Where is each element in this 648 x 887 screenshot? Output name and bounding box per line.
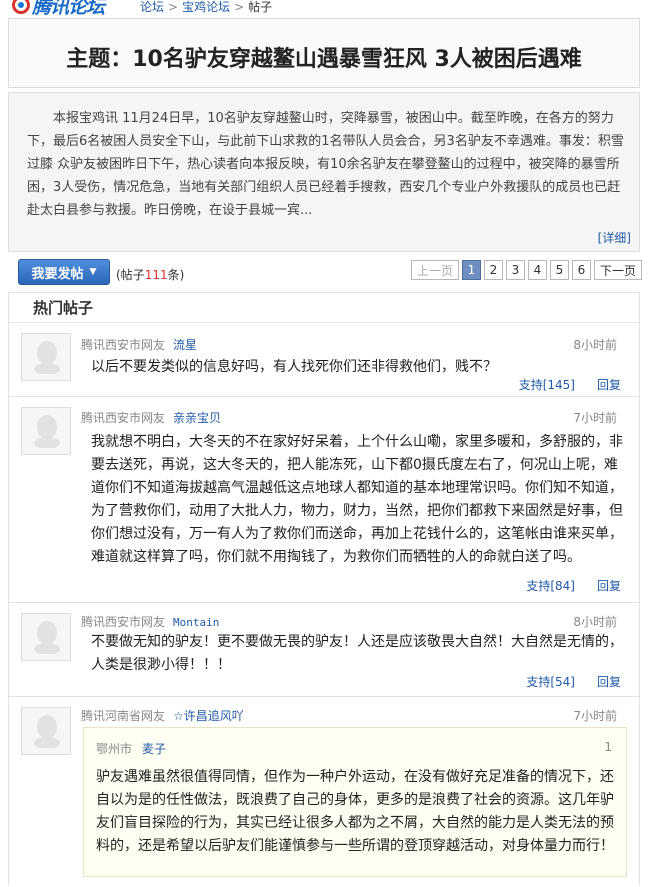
reply-button[interactable]: 回复 — [597, 673, 621, 690]
default-avatar-icon — [34, 415, 60, 448]
comment-actions: 支持[54] 回复 — [526, 673, 621, 690]
comment-item: 腾讯河南省网友 ☆许昌追风吖 7小时前 鄂州市 麦子 1 驴友遇难虽然很值得同情，但… — [9, 697, 639, 887]
comment-time: 8小时前 — [573, 615, 617, 629]
comment-time: 7小时前 — [573, 709, 617, 723]
reply-button[interactable]: 回复 — [597, 376, 621, 393]
comment-source: 腾讯西安市网友 — [81, 338, 166, 352]
comment-username[interactable]: 亲亲宝贝 — [173, 411, 221, 425]
comment-actions: 支持[145] 回复 — [519, 376, 621, 393]
breadcrumb-current: 帖子 — [248, 0, 273, 14]
quote-username[interactable]: 麦子 — [142, 742, 166, 756]
post-count-prefix: (帖子 — [116, 268, 145, 282]
quote-floor-number: 1 — [604, 740, 612, 754]
new-post-button[interactable]: 我要发帖 ▼ — [18, 259, 110, 285]
page-title: 主题：10名驴友穿越鳌山遇暴雪狂风 3人被困后遇难 — [66, 47, 582, 72]
page-6-button[interactable]: 6 — [572, 260, 591, 280]
article-summary-box: 本报宝鸡讯 11月24日早，10名驴友穿越鳌山时，突降暴雪，被困山中。截至昨晚，… — [8, 92, 640, 252]
default-avatar-icon — [34, 715, 60, 748]
comment-time: 8小时前 — [573, 338, 617, 352]
comment-source: 腾讯西安市网友 — [81, 615, 166, 629]
hot-posts-section: 热门帖子 腾讯西安市网友 流星 8小时前 以后不要发类似的信息好吗，有人找死你们还… — [8, 292, 640, 886]
detail-link[interactable]: [详细] — [598, 229, 631, 246]
page-4-button[interactable]: 4 — [528, 260, 547, 280]
page-1-button[interactable]: 1 — [462, 260, 481, 280]
post-count-number: 111 — [144, 268, 168, 282]
comment-body: 我就想不明白，大冬天的不在家好好呆着，上个什么山嘞，家里多暖和，多舒服的，非要去… — [91, 434, 623, 565]
pagination: 上一页 1 2 3 4 5 6 下一页 — [411, 260, 642, 280]
support-button[interactable]: 支持[84] — [526, 577, 575, 594]
page-2-button[interactable]: 2 — [484, 260, 503, 280]
quoted-comment: 鄂州市 麦子 1 驴友遇难虽然很值得同情，但作为一种户外运动，在没有做好充足准备的… — [83, 727, 627, 877]
comment-username[interactable]: Montain — [173, 616, 219, 629]
comment-username[interactable]: 流星 — [173, 338, 197, 352]
comment-meta: 腾讯河南省网友 ☆许昌追风吖 — [81, 707, 244, 724]
page-3-button[interactable]: 3 — [506, 260, 525, 280]
support-button[interactable]: 支持[145] — [519, 376, 575, 393]
support-button[interactable]: 支持[54] — [526, 673, 575, 690]
comment-meta: 腾讯西安市网友 Montain — [81, 613, 219, 630]
hot-posts-heading: 热门帖子 — [9, 293, 639, 323]
quote-body: 驴友遇难虽然很值得同情，但作为一种户外运动，在没有做好充足准备的情况下，还自以为… — [96, 769, 614, 854]
thread-title-box: 主题：10名驴友穿越鳌山遇暴雪狂风 3人被困后遇难 — [8, 18, 640, 88]
logo-text: 腾讯论坛 — [32, 0, 105, 18]
comment-username[interactable]: ☆许昌追风吖 — [173, 709, 244, 723]
comment-actions: 支持[84] 回复 — [526, 577, 621, 594]
new-post-label: 我要发帖 — [31, 266, 84, 282]
top-bar: 腾讯论坛 论坛 > 宝鸡论坛 > 帖子 — [0, 0, 648, 18]
post-count: (帖子111条) — [116, 266, 184, 283]
comment-source: 腾讯河南省网友 — [81, 709, 166, 723]
breadcrumb-separator: > — [234, 0, 245, 14]
post-count-suffix: 条) — [167, 268, 185, 282]
comment-item: 腾讯西安市网友 Montain 8小时前 不要做无知的驴友！更不要做无畏的驴友！人… — [9, 603, 639, 697]
quote-meta: 鄂州市 麦子 — [96, 740, 166, 757]
page-5-button[interactable]: 5 — [550, 260, 569, 280]
avatar[interactable] — [21, 613, 71, 661]
next-page-button[interactable]: 下一页 — [594, 260, 642, 280]
comment-item: 腾讯西安市网友 流星 8小时前 以后不要发类似的信息好吗，有人找死你们还非得救他们… — [9, 324, 639, 397]
default-avatar-icon — [34, 341, 60, 374]
default-avatar-icon — [34, 621, 60, 654]
quote-source: 鄂州市 — [96, 742, 133, 756]
comment-meta: 腾讯西安市网友 流星 — [81, 336, 197, 353]
avatar[interactable] — [21, 333, 71, 381]
article-summary: 本报宝鸡讯 11月24日早，10名驴友穿越鳌山时，突降暴雪，被困山中。截至昨晚，… — [27, 111, 624, 218]
avatar[interactable] — [21, 407, 71, 455]
comment-time: 7小时前 — [573, 411, 617, 425]
breadcrumb: 论坛 > 宝鸡论坛 > 帖子 — [140, 0, 272, 15]
comment-meta: 腾讯西安市网友 亲亲宝贝 — [81, 409, 221, 426]
comment-body: 不要做无知的驴友！更不要做无畏的驴友！人还是应该敬畏大自然！大自然是无情的，人类… — [91, 634, 623, 673]
prev-page-button[interactable]: 上一页 — [411, 260, 459, 280]
logo-icon — [12, 0, 30, 14]
comment-source: 腾讯西安市网友 — [81, 411, 166, 425]
avatar[interactable] — [21, 707, 71, 755]
breadcrumb-baoji-forum[interactable]: 宝鸡论坛 — [182, 0, 230, 14]
chevron-down-icon: ▼ — [89, 267, 97, 277]
comment-item: 腾讯西安市网友 亲亲宝贝 7小时前 我就想不明白，大冬天的不在家好好呆着，上个什么… — [9, 397, 639, 603]
reply-button[interactable]: 回复 — [597, 577, 621, 594]
breadcrumb-forum[interactable]: 论坛 — [140, 0, 164, 14]
breadcrumb-separator: > — [168, 0, 179, 14]
site-logo[interactable]: 腾讯论坛 — [12, 0, 105, 18]
